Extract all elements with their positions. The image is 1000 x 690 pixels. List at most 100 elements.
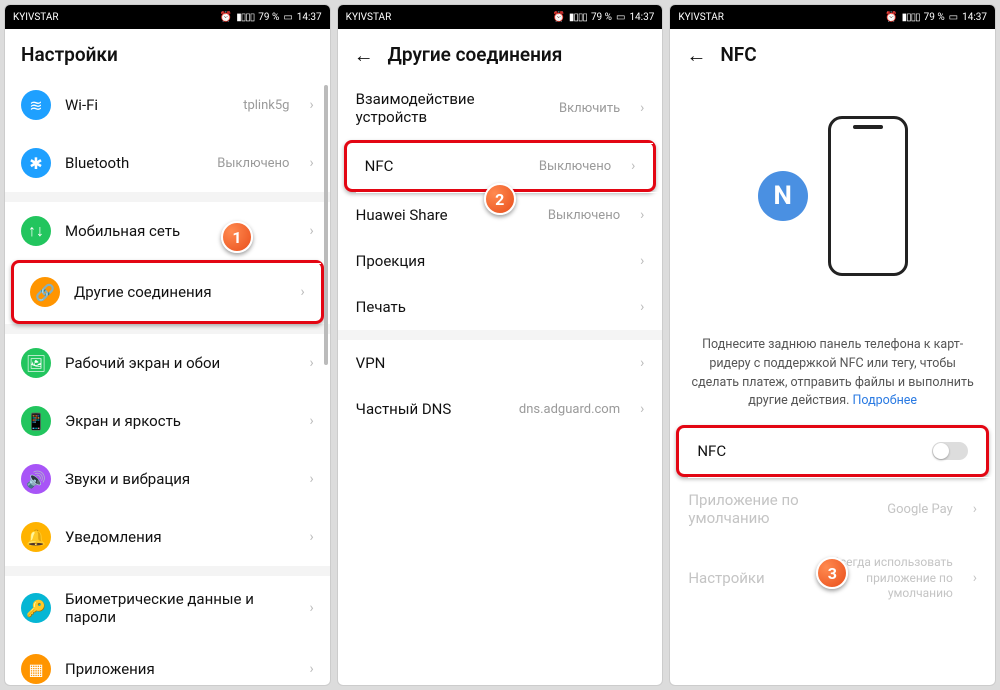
- row-vpn[interactable]: VPN ›: [338, 340, 663, 386]
- desc-text: Поднесите заднюю панель телефона к карт-…: [692, 337, 974, 408]
- wifi-icon: ≋: [21, 90, 51, 120]
- screen-nfc: KYIVSTAR ⏰ ▮▯▯▯ 79 % ▭ 14:37 ← NFC N Под…: [669, 4, 996, 686]
- section-gap: [338, 330, 663, 340]
- battery-icon: ▭: [949, 12, 958, 23]
- row-device-interaction[interactable]: Взаимодействие устройств Включить ›: [338, 76, 663, 140]
- sound-icon: 🔊: [21, 464, 51, 494]
- key-icon: 🔑: [21, 593, 51, 623]
- chevron-right-icon: ›: [309, 600, 313, 616]
- alarm-icon: ⏰: [552, 12, 564, 23]
- signal-icon: ▮▯▯▯: [236, 12, 254, 23]
- chevron-right-icon: ›: [640, 299, 644, 315]
- section-gap: [5, 192, 330, 202]
- section-gap: [5, 566, 330, 576]
- label: NFC: [365, 157, 525, 175]
- row-sound[interactable]: 🔊 Звуки и вибрация ›: [5, 450, 330, 508]
- chevron-right-icon: ›: [640, 207, 644, 223]
- chevron-right-icon: ›: [640, 401, 644, 417]
- row-private-dns[interactable]: Частный DNS dns.adguard.com ›: [338, 386, 663, 432]
- value: Выключено: [539, 159, 611, 174]
- battery-pct: 79 %: [258, 12, 279, 23]
- label: Печать: [356, 298, 620, 316]
- bluetooth-icon: ✱: [21, 148, 51, 178]
- chevron-right-icon: ›: [309, 661, 313, 677]
- back-icon[interactable]: ←: [354, 45, 374, 65]
- label: Звуки и вибрация: [65, 470, 289, 488]
- scrollbar[interactable]: [324, 85, 328, 365]
- chevron-right-icon: ›: [640, 100, 644, 116]
- value: Включить: [559, 101, 620, 116]
- display-icon: 📱: [21, 406, 51, 436]
- status-bar: KYIVSTAR ⏰ ▮▯▯▯ 79 % ▭ 14:37: [338, 5, 663, 29]
- label: Wi-Fi: [65, 96, 229, 114]
- page-title: Настройки: [21, 43, 118, 66]
- value: Выключено: [548, 208, 620, 223]
- label: Экран и яркость: [65, 412, 289, 430]
- chevron-right-icon: ›: [309, 223, 313, 239]
- row-print[interactable]: Печать ›: [338, 284, 663, 330]
- clock: 14:37: [629, 12, 654, 23]
- value: Google Pay: [887, 502, 953, 517]
- signal-icon: ▮▯▯▯: [569, 12, 587, 23]
- header: ← NFC: [670, 29, 995, 76]
- row-biometrics[interactable]: 🔑 Биометрические данные и пароли ›: [5, 576, 330, 640]
- row-apps[interactable]: ▦ Приложения ›: [5, 640, 330, 685]
- label: Приложения: [65, 660, 289, 678]
- battery-pct: 79 %: [591, 12, 612, 23]
- chevron-right-icon: ›: [309, 155, 313, 171]
- chevron-right-icon: ›: [309, 529, 313, 545]
- clock: 14:37: [962, 12, 987, 23]
- label: Биометрические данные и пароли: [65, 590, 289, 626]
- battery-pct: 79 %: [924, 12, 945, 23]
- row-wifi[interactable]: ≋ Wi-Fi tplink5g ›: [5, 76, 330, 134]
- chevron-right-icon: ›: [300, 284, 304, 300]
- row-other-connections[interactable]: 🔗 Другие соединения ›: [11, 260, 324, 324]
- label: Частный DNS: [356, 400, 505, 418]
- label: VPN: [356, 354, 620, 372]
- wallpaper-icon: 🖼: [21, 348, 51, 378]
- nfc-toggle[interactable]: [932, 442, 968, 460]
- screen-other-connections: KYIVSTAR ⏰ ▮▯▯▯ 79 % ▭ 14:37 ← Другие со…: [337, 4, 664, 686]
- nfc-illustration: N: [670, 76, 995, 336]
- bell-icon: 🔔: [21, 522, 51, 552]
- battery-icon: ▭: [616, 12, 625, 23]
- row-projection[interactable]: Проекция ›: [338, 238, 663, 284]
- label: Мобильная сеть: [65, 222, 289, 240]
- row-bluetooth[interactable]: ✱ Bluetooth Выключено ›: [5, 134, 330, 192]
- alarm-icon: ⏰: [885, 12, 897, 23]
- value: tplink5g: [243, 98, 289, 113]
- chevron-right-icon: ›: [973, 570, 977, 586]
- nfc-description: Поднесите заднюю панель телефона к карт-…: [670, 336, 995, 425]
- header: ← Другие соединения: [338, 29, 663, 76]
- clock: 14:37: [297, 12, 322, 23]
- label: Взаимодействие устройств: [356, 90, 545, 126]
- row-notifications[interactable]: 🔔 Уведомления ›: [5, 508, 330, 566]
- page-title: Другие соединения: [388, 43, 563, 66]
- back-icon[interactable]: ←: [686, 45, 706, 65]
- page-title: NFC: [720, 43, 756, 66]
- chevron-right-icon: ›: [640, 253, 644, 269]
- header: Настройки: [5, 29, 330, 76]
- section-gap: [5, 324, 330, 334]
- row-nfc-toggle[interactable]: NFC: [676, 425, 989, 477]
- carrier: KYIVSTAR: [13, 12, 59, 23]
- link-icon: 🔗: [30, 277, 60, 307]
- label: Другие соединения: [74, 283, 280, 301]
- label: Проекция: [356, 252, 620, 270]
- label: Приложение по умолчанию: [688, 491, 873, 527]
- label: Настройки: [688, 569, 798, 587]
- mobile-icon: ↑↓: [21, 216, 51, 246]
- row-home-wallpaper[interactable]: 🖼 Рабочий экран и обои ›: [5, 334, 330, 392]
- chevron-right-icon: ›: [309, 413, 313, 429]
- step-badge-1: 1: [221, 221, 253, 253]
- apps-icon: ▦: [21, 654, 51, 684]
- connections-list: Взаимодействие устройств Включить › NFC …: [338, 76, 663, 685]
- status-bar: KYIVSTAR ⏰ ▮▯▯▯ 79 % ▭ 14:37: [5, 5, 330, 29]
- row-display[interactable]: 📱 Экран и яркость ›: [5, 392, 330, 450]
- label: Рабочий экран и обои: [65, 354, 289, 372]
- label: NFC: [697, 442, 918, 460]
- chevron-right-icon: ›: [309, 355, 313, 371]
- chevron-right-icon: ›: [973, 501, 977, 517]
- row-mobile-network[interactable]: ↑↓ Мобильная сеть ›: [5, 202, 330, 260]
- learn-more-link[interactable]: Подробнее: [852, 393, 917, 408]
